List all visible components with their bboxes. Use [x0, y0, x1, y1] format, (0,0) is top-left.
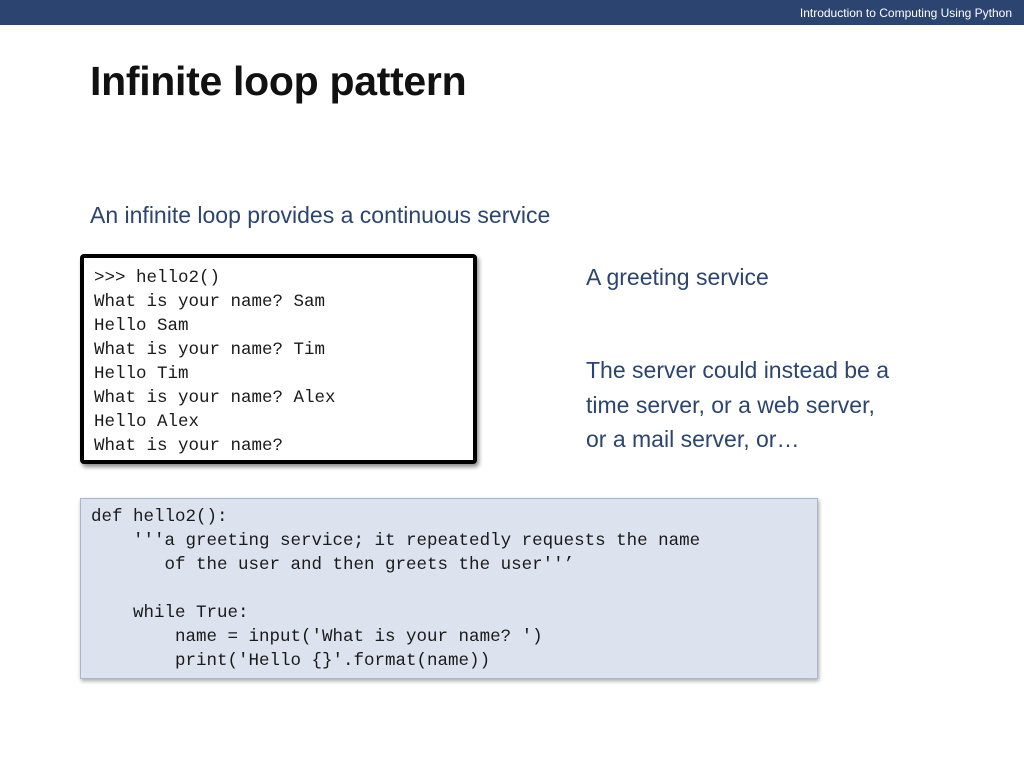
shell-line: What is your name? Sam: [94, 292, 326, 312]
shell-line: Hello Tim: [94, 364, 189, 384]
side-text-line: The server could instead be a: [586, 357, 890, 383]
slide-title: Infinite loop pattern: [90, 58, 467, 104]
shell-line: What is your name?: [94, 436, 284, 456]
shell-session-box: >>> hello2() What is your name? Sam Hell…: [80, 254, 477, 464]
course-title: Introduction to Computing Using Python: [799, 6, 1012, 20]
shell-line: What is your name? Tim: [94, 340, 326, 360]
side-text-line: time server, or a web server,: [586, 391, 875, 418]
side-text: The server could instead be a time serve…: [586, 353, 889, 457]
shell-line: Hello Sam: [94, 316, 189, 336]
side-heading: A greeting service: [586, 264, 769, 290]
code-line: name = input('What is your name? '): [91, 627, 543, 647]
shell-line: What is your name? Alex: [94, 388, 336, 408]
code-line: def hello2():: [91, 507, 228, 527]
code-line: while True:: [91, 603, 249, 623]
code-lines: def hello2(): '''a greeting service; it …: [91, 505, 700, 673]
shell-line: >>> hello2(): [94, 268, 221, 288]
code-line: of the user and then greets the user''’: [91, 555, 575, 575]
code-line: print('Hello {}'.format(name)): [91, 651, 491, 671]
header-bar: Introduction to Computing Using Python: [0, 0, 1024, 25]
shell-session-lines: >>> hello2() What is your name? Sam Hell…: [94, 266, 336, 458]
code-box: def hello2(): '''a greeting service; it …: [80, 498, 818, 679]
slide: Introduction to Computing Using Python I…: [0, 0, 1024, 768]
code-line: '''a greeting service; it repeatedly req…: [91, 531, 701, 551]
slide-subtitle: An infinite loop provides a continuous s…: [90, 202, 551, 228]
side-text-line: or a mail server, or…: [586, 426, 800, 452]
shell-line: Hello Alex: [94, 412, 200, 432]
